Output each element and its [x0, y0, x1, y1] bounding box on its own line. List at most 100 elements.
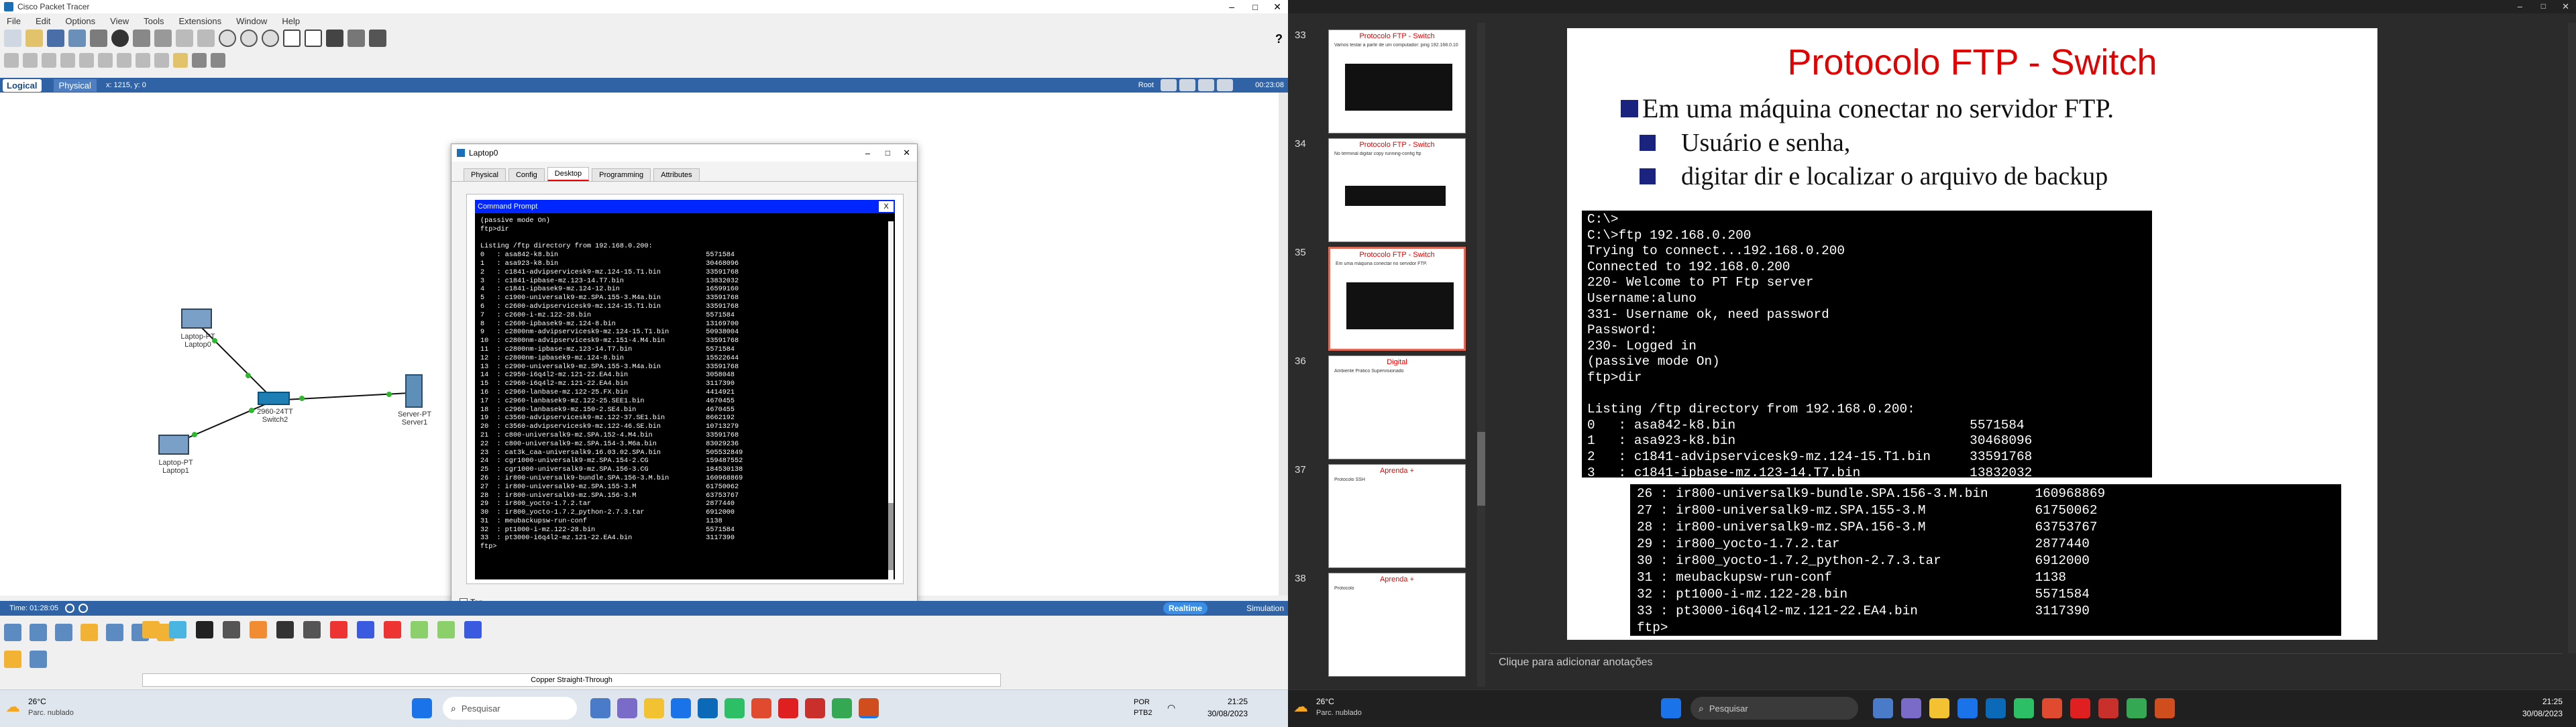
octal-icon[interactable] [384, 621, 401, 638]
network-info-icon[interactable] [369, 30, 386, 47]
phone-cable-icon[interactable] [276, 621, 294, 638]
move-object-icon[interactable] [1198, 79, 1214, 91]
pdf-icon[interactable] [2098, 698, 2118, 718]
fiber-icon[interactable] [250, 621, 267, 638]
app-icon[interactable] [2014, 698, 2034, 718]
tab-attributes[interactable]: Attributes [653, 168, 700, 181]
physical-tab[interactable]: Physical [53, 78, 97, 92]
minimize-icon[interactable]: – [2518, 1, 2522, 11]
pdf-icon[interactable] [805, 698, 825, 718]
slide-thumbnail[interactable]: Protocolo FTP - Switch No terminal digita… [1328, 138, 1466, 242]
menu-edit[interactable]: Edit [36, 16, 50, 27]
edge-icon[interactable] [671, 698, 691, 718]
network-devices-icon[interactable] [4, 624, 21, 641]
copy-icon[interactable] [133, 30, 150, 47]
laptop-icon[interactable] [158, 435, 189, 455]
explorer-icon[interactable] [644, 698, 664, 718]
workspace-scrollbar[interactable] [1279, 93, 1288, 596]
chrome-icon[interactable] [2127, 698, 2147, 718]
cluster-icon[interactable] [326, 30, 343, 47]
inspect-icon[interactable] [23, 53, 38, 68]
maximize-icon[interactable]: □ [2541, 1, 2546, 11]
place-note-icon[interactable] [79, 53, 94, 68]
draw-rect-icon[interactable] [117, 53, 131, 68]
explorer-icon[interactable] [1929, 698, 1949, 718]
tab-config[interactable]: Config [508, 168, 545, 181]
paste-icon[interactable] [154, 30, 172, 47]
crossover-icon[interactable] [223, 621, 240, 638]
store-icon[interactable] [698, 698, 718, 718]
maximize-icon[interactable]: □ [885, 148, 890, 158]
zoom-reset-icon[interactable] [240, 30, 258, 47]
chat-icon[interactable] [617, 698, 637, 718]
menu-options[interactable]: Options [65, 16, 95, 27]
simulation-button[interactable]: Simulation [1246, 604, 1284, 613]
menu-window[interactable]: Window [236, 16, 267, 27]
viewport-icon[interactable] [1217, 79, 1233, 91]
brave-icon[interactable] [751, 698, 771, 718]
tab-desktop[interactable]: Desktop [547, 167, 590, 181]
slide-thumbnail[interactable]: Aprenda + Protocolo SSH [1328, 464, 1466, 568]
chrome-icon[interactable] [832, 698, 852, 718]
windows-start-icon[interactable] [1661, 698, 1681, 718]
end-devices-icon[interactable] [30, 624, 47, 641]
misc-icon[interactable] [106, 624, 123, 641]
zoom-out-icon[interactable] [262, 30, 279, 47]
terminal-screenshot-1[interactable]: C:\> C:\>ftp 192.168.0.200 Trying to conne… [1582, 211, 2152, 478]
connections-icon[interactable] [80, 624, 98, 641]
close-icon[interactable]: ✕ [2562, 1, 2569, 12]
maximize-icon[interactable]: □ [1252, 2, 1258, 12]
powerpoint-icon[interactable] [859, 698, 879, 718]
lang-indicator[interactable]: POR [1134, 698, 1150, 706]
resize-icon[interactable] [60, 53, 75, 68]
coaxial-icon[interactable] [303, 621, 321, 638]
notes-pane[interactable]: Clique para adicionar anotações [1489, 653, 2563, 672]
new-cluster-icon[interactable] [1179, 79, 1195, 91]
image-icon[interactable] [347, 30, 365, 47]
edge-icon[interactable] [1957, 698, 1978, 718]
editor-scrollbar[interactable] [2568, 23, 2576, 653]
clock-date[interactable]: 30/08/2023 [2509, 709, 2563, 718]
open-folder-icon[interactable] [25, 30, 43, 47]
chat-icon[interactable] [1901, 698, 1921, 718]
zoom-in-icon[interactable] [219, 30, 236, 47]
main-slide[interactable]: Protocolo FTP - Switch Em uma máquina co… [1567, 28, 2377, 640]
search-box[interactable]: ⌕ Pesquisar [1690, 697, 1858, 720]
draw-line-icon[interactable] [98, 53, 113, 68]
activity-wizard-icon[interactable] [111, 30, 129, 47]
menu-help[interactable]: Help [282, 16, 300, 27]
slide-title[interactable]: Protocolo FTP - Switch [1567, 42, 2377, 83]
clock-time[interactable]: 21:25 [1194, 697, 1248, 706]
task-view-icon[interactable] [590, 698, 610, 718]
minimize-icon[interactable]: – [1229, 1, 1234, 12]
logical-tab[interactable]: Logical [3, 78, 42, 92]
powerpoint-icon[interactable] [2155, 698, 2175, 718]
straight-through-icon[interactable] [196, 621, 213, 638]
slide-bullets[interactable]: Em uma máquina conectar no servidor FTP.… [1621, 93, 2114, 191]
tab-programming[interactable]: Programming [592, 168, 651, 181]
iot-cable-icon[interactable] [411, 621, 428, 638]
save-as-icon[interactable] [68, 30, 86, 47]
draw-ellipse-icon[interactable] [136, 53, 150, 68]
youtube-icon[interactable] [2070, 698, 2090, 718]
menu-extensions[interactable]: Extensions [178, 16, 221, 27]
thumbnail-scrollbar[interactable] [1477, 23, 1485, 687]
minimize-icon[interactable]: – [865, 148, 870, 158]
print-icon[interactable] [90, 30, 107, 47]
realtime-button[interactable]: Realtime [1163, 602, 1208, 614]
select-icon[interactable] [4, 53, 19, 68]
add-complex-pdu-icon[interactable] [192, 53, 207, 68]
auto-cable-icon[interactable] [142, 621, 160, 638]
wifi-icon[interactable]: ◠ [1167, 702, 1175, 714]
clock-date[interactable]: 30/08/2023 [1194, 709, 1248, 718]
grid-icon[interactable] [30, 651, 47, 668]
add-pdu-icon[interactable] [173, 53, 188, 68]
menu-tools[interactable]: Tools [144, 16, 164, 27]
components-icon[interactable] [55, 624, 72, 641]
slide-thumbnail[interactable]: Protocolo FTP - Switch Vamos testar a par… [1328, 30, 1466, 133]
tab-physical[interactable]: Physical [464, 168, 506, 181]
brave-icon[interactable] [2042, 698, 2062, 718]
serial-dce-icon[interactable] [330, 621, 347, 638]
windows-start-icon[interactable] [412, 698, 432, 718]
search-box[interactable]: ⌕ Pesquisar [443, 697, 577, 720]
